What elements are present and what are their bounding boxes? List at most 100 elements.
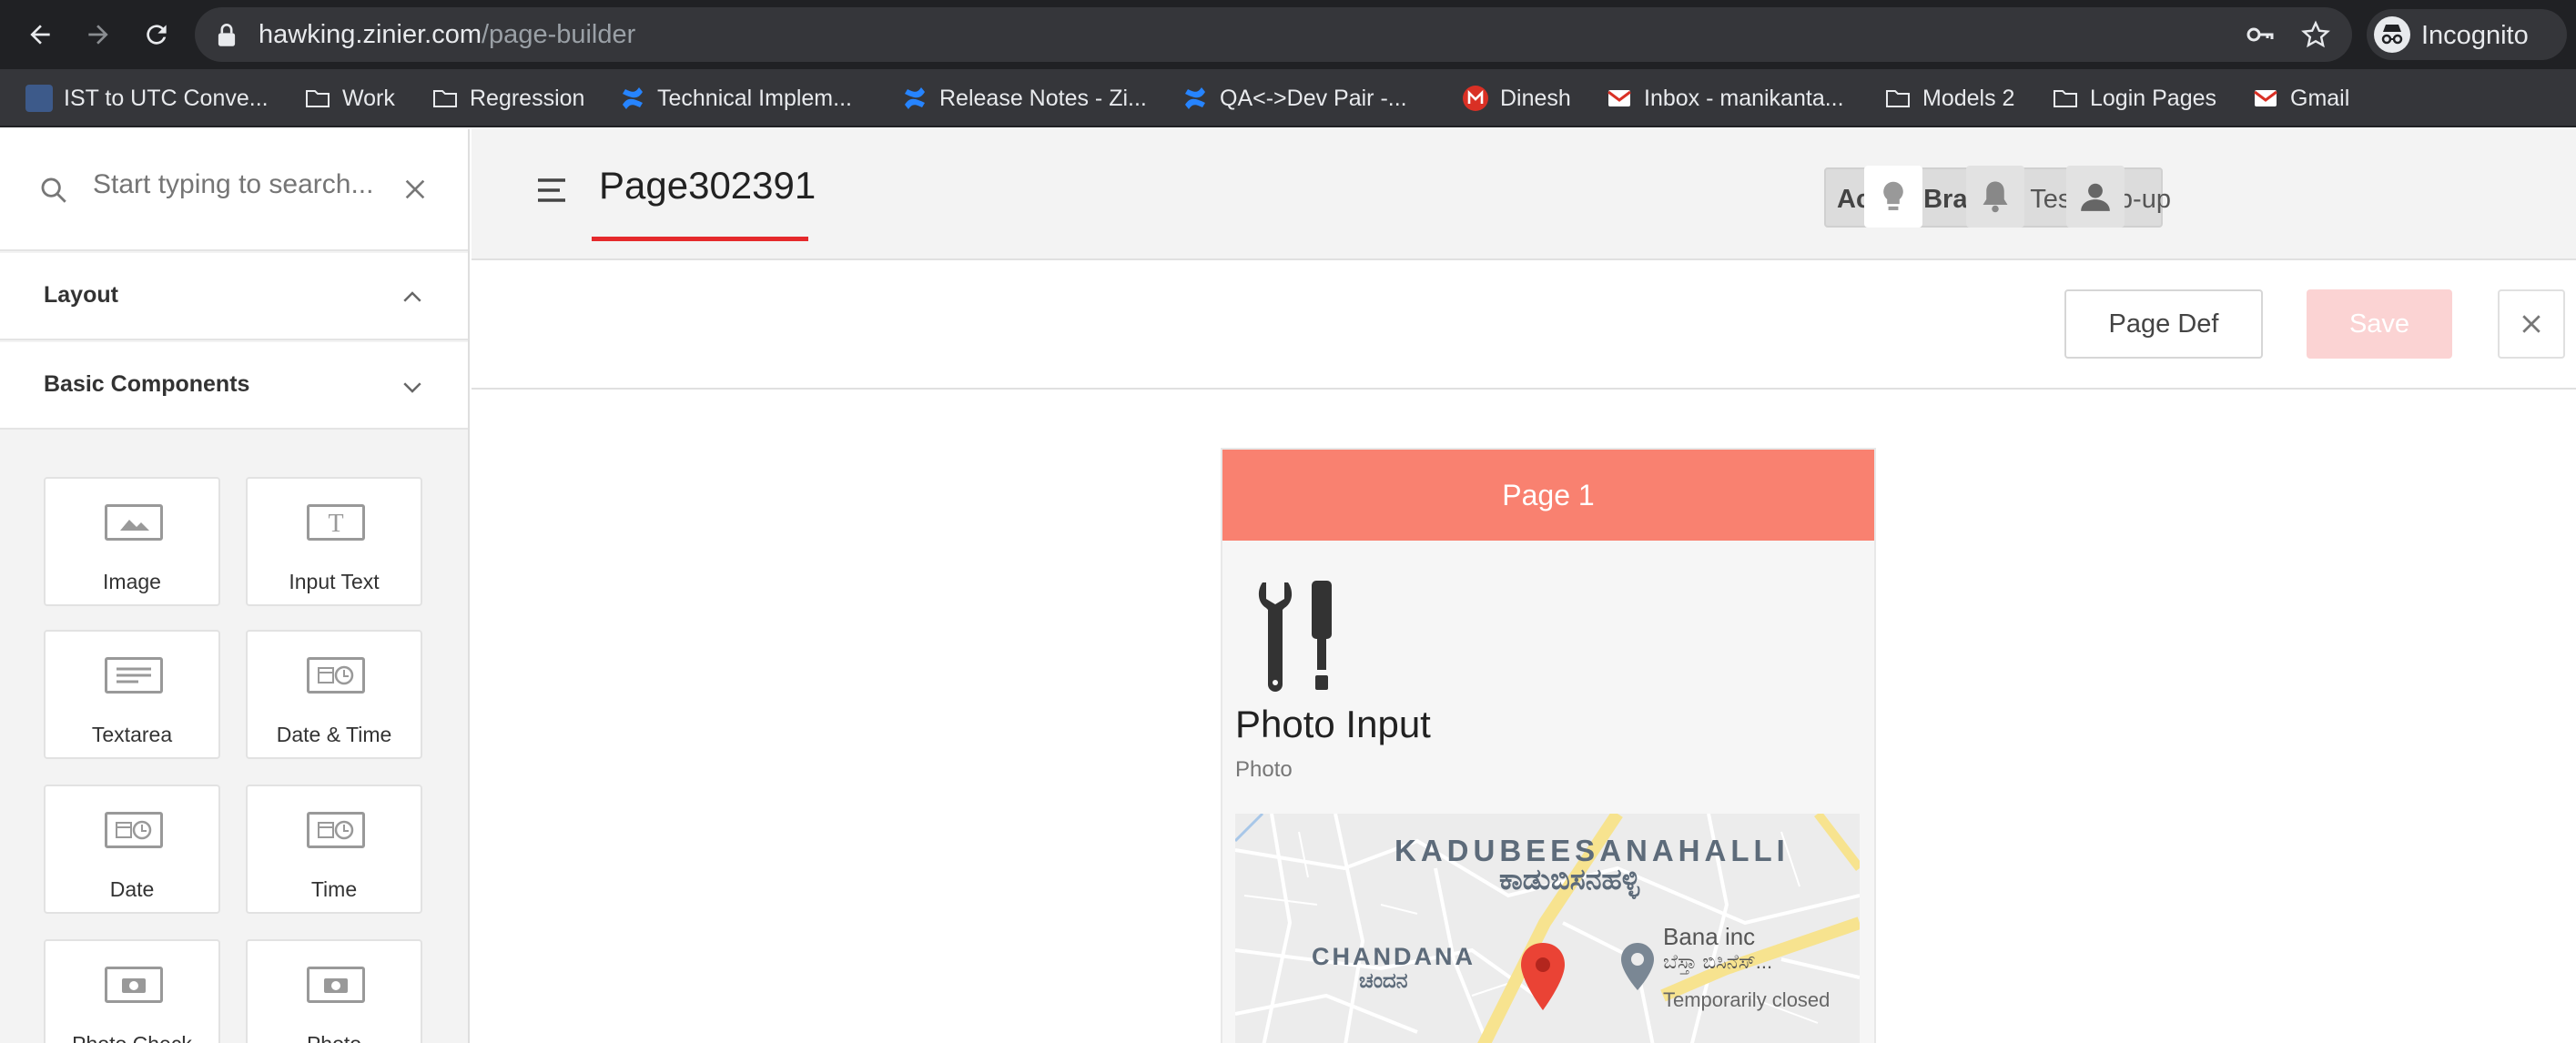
active-tab-underline <box>592 237 808 241</box>
tile-label: Time <box>310 877 358 901</box>
map-label-area-kannada: ಕಾಡುಬಿಸನಹಳ್ಳಿ <box>1499 863 1640 896</box>
tile-label: Textarea <box>91 723 173 746</box>
datetime-icon <box>307 657 365 694</box>
bookmarks-bar: IST to UTC Conve... Work Regression Tech… <box>0 69 2576 127</box>
poi-name-kannada: ಬೆಸ್ತಾ ಬಿಸಿನೆಸ್... <box>1663 950 1773 973</box>
camera-icon <box>307 967 365 1003</box>
map-pin-icon[interactable] <box>1519 941 1567 1012</box>
component-tile-photo[interactable]: Photo <box>246 939 422 1043</box>
bookmark-item[interactable]: Dinesh <box>1462 82 1571 115</box>
image-icon <box>105 504 163 541</box>
poi-marker-icon[interactable] <box>1619 941 1656 992</box>
section-title: Basic Components <box>44 371 250 397</box>
section-layout[interactable]: Layout <box>0 253 468 340</box>
chevron-up-icon <box>403 291 421 302</box>
browser-toolbar: hawking.zinier.com/page-builder Incognit… <box>0 0 2576 69</box>
chevron-down-icon <box>403 382 421 393</box>
page-def-button[interactable]: Page Def <box>2064 289 2263 359</box>
profile-button[interactable] <box>2066 166 2125 228</box>
tile-label: Photo Check <box>46 1032 218 1043</box>
poi-name: Bana inc <box>1663 923 1756 950</box>
reload-button[interactable] <box>137 15 177 55</box>
component-title: Photo Input <box>1235 703 1431 745</box>
bookmark-item[interactable]: QA<->Dev Pair -... <box>1182 82 1407 115</box>
gmail-m-favicon <box>1463 86 1488 111</box>
bookmark-folder[interactable]: Work <box>304 82 395 115</box>
bookmark-item[interactable]: Inbox - manikanta... <box>1606 82 1844 115</box>
camera-icon <box>105 967 163 1003</box>
tile-label: Image <box>103 570 161 593</box>
tools-icon <box>1258 581 1332 692</box>
component-tile-input-text[interactable]: T Input Text <box>246 477 422 606</box>
incognito-label: Incognito <box>2421 21 2529 50</box>
notifications-button[interactable] <box>1966 166 2024 228</box>
confluence-favicon <box>1185 87 1205 109</box>
component-tile-textarea[interactable]: Textarea <box>44 630 220 759</box>
bookmark-folder[interactable]: Login Pages <box>2052 82 2216 115</box>
back-button[interactable] <box>20 15 60 55</box>
component-subtitle: Photo <box>1235 757 1293 782</box>
page-canvas: Page 1 Photo Input Photo KADUBEESANAHALL… <box>472 391 2576 1043</box>
textarea-icon <box>105 657 163 694</box>
time-icon <box>307 812 365 848</box>
svg-text:T: T <box>328 510 343 538</box>
page-header-title: Page 1 <box>1502 479 1595 511</box>
save-button[interactable]: Save <box>2307 289 2452 359</box>
component-tile-photo-check[interactable]: Photo Check <box>44 939 220 1043</box>
tile-label: Date <box>109 877 155 901</box>
clear-search-icon[interactable] <box>401 175 430 204</box>
forward-button[interactable] <box>78 15 118 55</box>
component-tile-date-time[interactable]: Date & Time <box>246 630 422 759</box>
text-icon: T <box>307 504 365 541</box>
component-sidebar: Layout Basic Components Image T Input Te… <box>0 129 470 1043</box>
page-preview[interactable]: Page 1 Photo Input Photo KADUBEESANAHALL… <box>1221 448 1876 1043</box>
arrow-left-icon <box>30 25 50 45</box>
lock-icon <box>218 24 236 46</box>
bookmark-folder[interactable]: Regression <box>431 82 584 115</box>
location-map[interactable]: KADUBEESANAHALLI ಕಾಡುಬಿಸನಹಳ್ಳಿ CHANDANA … <box>1235 814 1860 1043</box>
bookmark-item[interactable]: IST to UTC Conve... <box>25 82 269 115</box>
confluence-favicon <box>905 87 925 109</box>
tips-button[interactable] <box>1864 166 1922 228</box>
search-icon <box>41 177 66 203</box>
confluence-favicon <box>623 87 643 109</box>
folder-icon <box>1886 90 1910 107</box>
bookmark-folder[interactable]: Models 2 <box>1884 82 2014 115</box>
folder-icon <box>306 90 330 107</box>
incognito-icon <box>2374 16 2410 53</box>
page-toolbar: Page Def Save <box>472 262 2576 390</box>
folder-icon <box>2054 90 2077 107</box>
page-header-bar[interactable]: Page 1 <box>1222 450 1874 541</box>
map-label-area: CHANDANA <box>1312 943 1476 970</box>
component-tile-time[interactable]: Time <box>246 785 422 914</box>
tile-label: Date & Time <box>276 723 392 746</box>
incognito-indicator[interactable]: Incognito <box>2367 9 2567 60</box>
address-bar[interactable]: hawking.zinier.com/page-builder <box>195 7 2352 62</box>
menu-icon[interactable] <box>535 177 568 204</box>
section-title: Layout <box>44 282 118 308</box>
tile-label: Input Text <box>289 570 380 593</box>
app-header: Page302391 Active Branch: Test Pop-up <box>472 129 2576 260</box>
gmail-favicon <box>2254 90 2277 106</box>
bookmark-item[interactable]: Technical Implem... <box>619 82 852 115</box>
close-button[interactable] <box>2498 289 2565 359</box>
clock-favicon <box>25 85 53 112</box>
bookmark-item[interactable]: Gmail <box>2252 82 2349 115</box>
component-tile-date[interactable]: Date <box>44 785 220 914</box>
url-text: hawking.zinier.com/page-builder <box>259 20 636 49</box>
close-icon <box>2522 315 2541 333</box>
map-label-area-kannada: ಚಂದನ <box>1359 968 1408 992</box>
page-builder-app: Layout Basic Components Image T Input Te… <box>0 129 2576 1043</box>
search-input[interactable] <box>93 169 384 200</box>
bookmark-item[interactable]: Release Notes - Zi... <box>901 82 1147 115</box>
component-tile-image[interactable]: Image <box>44 477 220 606</box>
component-search <box>0 129 468 251</box>
lightbulb-icon <box>1883 181 1903 210</box>
tile-label: Photo <box>248 1032 421 1043</box>
page-title[interactable]: Page302391 <box>599 164 816 208</box>
poi-status: Temporarily closed <box>1663 988 1831 1011</box>
bell-icon <box>1983 181 2008 213</box>
key-icon[interactable] <box>2246 24 2274 46</box>
section-basic-components[interactable]: Basic Components <box>0 342 468 430</box>
bookmark-star-icon[interactable] <box>2301 20 2330 49</box>
